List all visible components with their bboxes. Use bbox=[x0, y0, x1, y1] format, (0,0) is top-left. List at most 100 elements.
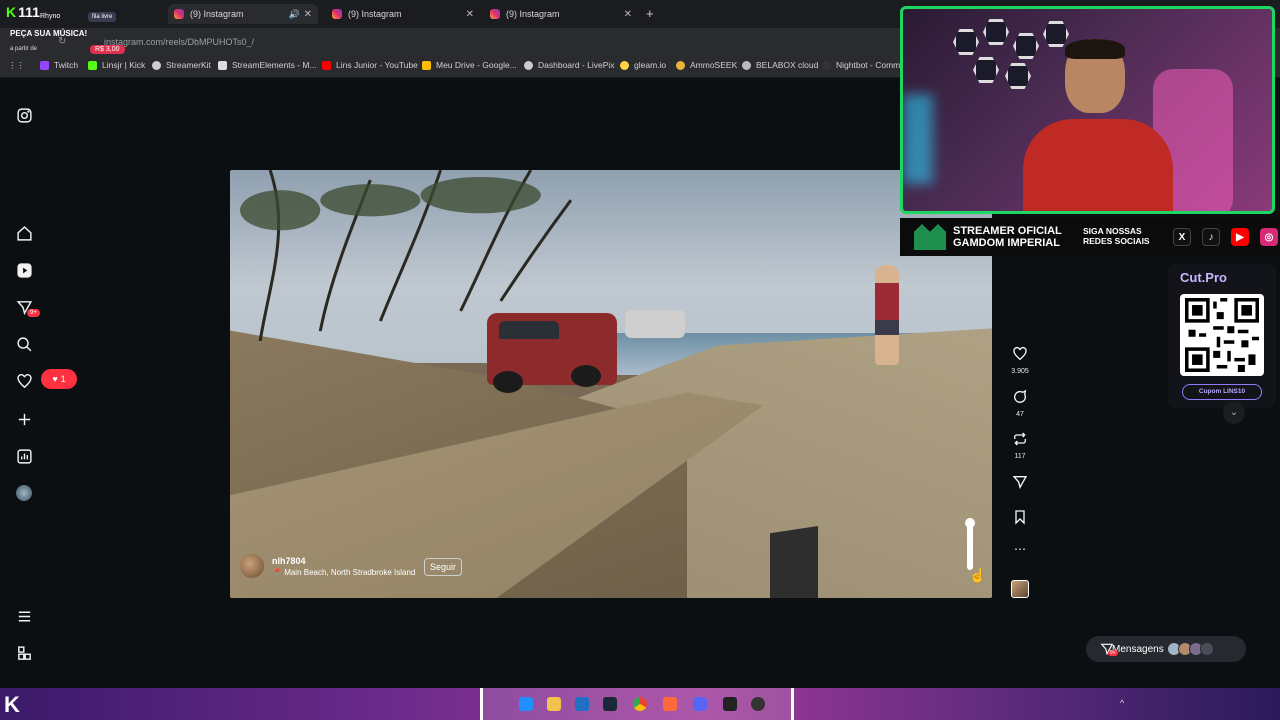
cutpro-logo: Cut.Pro bbox=[1180, 270, 1227, 285]
streamer-person bbox=[1023, 39, 1173, 211]
like-count: 3.905 bbox=[1011, 368, 1029, 375]
volume-slider-knob[interactable] bbox=[965, 518, 975, 528]
bookmark-streamerkit[interactable]: StreamerKit bbox=[152, 60, 211, 70]
new-tab-button[interactable]: + bbox=[646, 6, 654, 21]
banner-title: STREAMER OFICIAL GAMDOM IMPERIAL bbox=[953, 225, 1062, 249]
repost-button[interactable]: 117 bbox=[1005, 431, 1035, 460]
terminal-icon[interactable] bbox=[723, 697, 737, 711]
youtube-icon: ▶ bbox=[1231, 228, 1249, 246]
comment-count: 47 bbox=[1016, 411, 1024, 418]
bookmark-streamelements[interactable]: StreamElements - M... bbox=[218, 60, 317, 70]
speaker-icon[interactable]: 🔊 bbox=[289, 9, 300, 20]
song-request-price: R$ 3,00 bbox=[90, 45, 125, 54]
app-icon[interactable] bbox=[663, 697, 677, 711]
author-username[interactable]: nlh7804 bbox=[272, 556, 415, 566]
webcam-feed bbox=[900, 6, 1275, 214]
bookmark-livepix[interactable]: Dashboard - LivePix bbox=[524, 60, 615, 70]
volume-slider[interactable] bbox=[965, 518, 975, 570]
kick-icon bbox=[88, 60, 97, 70]
instagram-icon: ◎ bbox=[1260, 228, 1278, 246]
google-drive-icon bbox=[422, 60, 431, 70]
chrome-icon[interactable] bbox=[633, 697, 647, 711]
reel-video[interactable] bbox=[230, 170, 992, 598]
livepix-icon bbox=[524, 60, 533, 70]
close-tab-icon[interactable]: ✕ bbox=[466, 9, 474, 20]
close-tab-icon[interactable]: ✕ bbox=[304, 9, 312, 20]
reel-author[interactable]: nlh7804 📍 Main Beach, North Stradbroke I… bbox=[240, 554, 415, 578]
profile-avatar[interactable] bbox=[14, 483, 34, 503]
bookmark-twitch[interactable]: Twitch bbox=[40, 60, 78, 70]
like-button[interactable]: 3.905 bbox=[1005, 346, 1035, 375]
system-tray-chevron-icon[interactable]: ^ bbox=[1120, 698, 1124, 708]
also-from-meta-icon[interactable] bbox=[14, 643, 34, 663]
bookmark-gleam[interactable]: gleam.io bbox=[620, 60, 666, 70]
more-menu-icon[interactable] bbox=[14, 606, 34, 626]
send-icon bbox=[1012, 476, 1028, 490]
comment-icon bbox=[1014, 389, 1027, 403]
browser-tab-3[interactable]: (9) Instagram ✕ bbox=[490, 4, 632, 24]
bookmark-nightbot[interactable]: Nightbot - Comm... bbox=[822, 60, 907, 70]
x-icon: X bbox=[1173, 228, 1191, 246]
instagram-favicon-icon bbox=[332, 9, 342, 19]
audio-thumbnail[interactable] bbox=[1011, 580, 1029, 598]
belabox-icon bbox=[742, 60, 751, 70]
apps-grid-icon[interactable]: ⋮⋮ bbox=[8, 60, 25, 71]
notifications-heart-icon[interactable] bbox=[14, 371, 34, 391]
create-icon[interactable] bbox=[14, 409, 34, 429]
streamer-name: Rhyno bbox=[40, 13, 61, 20]
home-icon[interactable] bbox=[14, 223, 34, 243]
taskbar-apps bbox=[480, 688, 794, 720]
bookmark-belabox[interactable]: BELABOX cloud bbox=[742, 60, 818, 70]
streamelements-icon bbox=[218, 60, 227, 70]
url-field[interactable]: instagram.com/reels/DbMPUHOTs0_/ bbox=[88, 34, 908, 50]
discord-icon[interactable] bbox=[693, 697, 707, 711]
bookmark-ammoseek[interactable]: AmmoSEEK bbox=[676, 60, 737, 70]
person-standing bbox=[875, 265, 899, 365]
reels-icon[interactable] bbox=[14, 260, 34, 280]
follow-button[interactable]: Seguir bbox=[424, 558, 463, 576]
messages-label: Mensagens bbox=[1112, 643, 1164, 655]
queue-status: fila livre bbox=[88, 12, 117, 22]
twitch-icon bbox=[40, 60, 49, 70]
silver-truck bbox=[625, 310, 685, 338]
crown-logo-icon bbox=[914, 224, 946, 250]
tab-title: (9) Instagram bbox=[506, 9, 560, 19]
tab-title: (9) Instagram bbox=[190, 9, 244, 19]
share-button[interactable] bbox=[1005, 474, 1035, 495]
kick-logo-icon: K bbox=[4, 692, 20, 717]
instagram-logo-icon[interactable] bbox=[14, 105, 34, 125]
bookmark-kick[interactable]: Linsjr | Kick bbox=[88, 60, 145, 70]
messages-bar[interactable]: 9+ Mensagens bbox=[1086, 636, 1246, 662]
location-pin-icon: 📍 bbox=[272, 567, 285, 577]
chevron-down-icon[interactable]: ⌄ bbox=[1223, 402, 1245, 424]
author-avatar[interactable] bbox=[240, 554, 264, 578]
stream-song-request-overlay: K 111 Rhyno fila livre PEÇA SUA MÚSICA! a… bbox=[0, 0, 160, 60]
close-tab-icon[interactable]: ✕ bbox=[624, 9, 632, 20]
repost-count: 117 bbox=[1014, 453, 1026, 460]
song-request-title: PEÇA SUA MÚSICA! bbox=[10, 29, 88, 38]
obs-icon[interactable] bbox=[751, 697, 765, 711]
comment-button[interactable]: 47 bbox=[1005, 389, 1035, 418]
tab-title: (9) Instagram bbox=[348, 9, 402, 19]
dashboard-icon[interactable] bbox=[14, 446, 34, 466]
youtube-icon bbox=[322, 60, 331, 70]
start-icon[interactable] bbox=[519, 697, 533, 711]
browser-tab-1[interactable]: (9) Instagram 🔊 ✕ bbox=[168, 4, 318, 24]
messages-bar-badge: 9+ bbox=[1108, 650, 1118, 656]
reel-location[interactable]: 📍 Main Beach, North Stradbroke Island bbox=[272, 568, 415, 577]
outlook-icon[interactable] bbox=[575, 697, 589, 711]
steam-icon[interactable] bbox=[603, 697, 617, 711]
notifications-pill[interactable]: ♥ 1 bbox=[41, 369, 77, 389]
search-icon[interactable] bbox=[14, 334, 34, 354]
hand-cursor-icon: ☝ bbox=[969, 567, 987, 583]
banner-subtitle: SIGA NOSSAS REDES SOCIAIS bbox=[1083, 226, 1150, 246]
bookmark-youtube[interactable]: Lins Junior - YouTube bbox=[322, 60, 418, 70]
bookmark-google-drive[interactable]: Meu Drive - Google... bbox=[422, 60, 517, 70]
save-button[interactable] bbox=[1005, 509, 1035, 530]
viewer-count: K 111 bbox=[6, 4, 40, 20]
bookmark-icon bbox=[1015, 510, 1025, 525]
file-explorer-icon[interactable] bbox=[547, 697, 561, 711]
repost-icon bbox=[1014, 432, 1026, 446]
browser-tab-2[interactable]: (9) Instagram ✕ bbox=[332, 4, 474, 24]
more-options-icon[interactable]: ⋯ bbox=[1005, 542, 1035, 556]
